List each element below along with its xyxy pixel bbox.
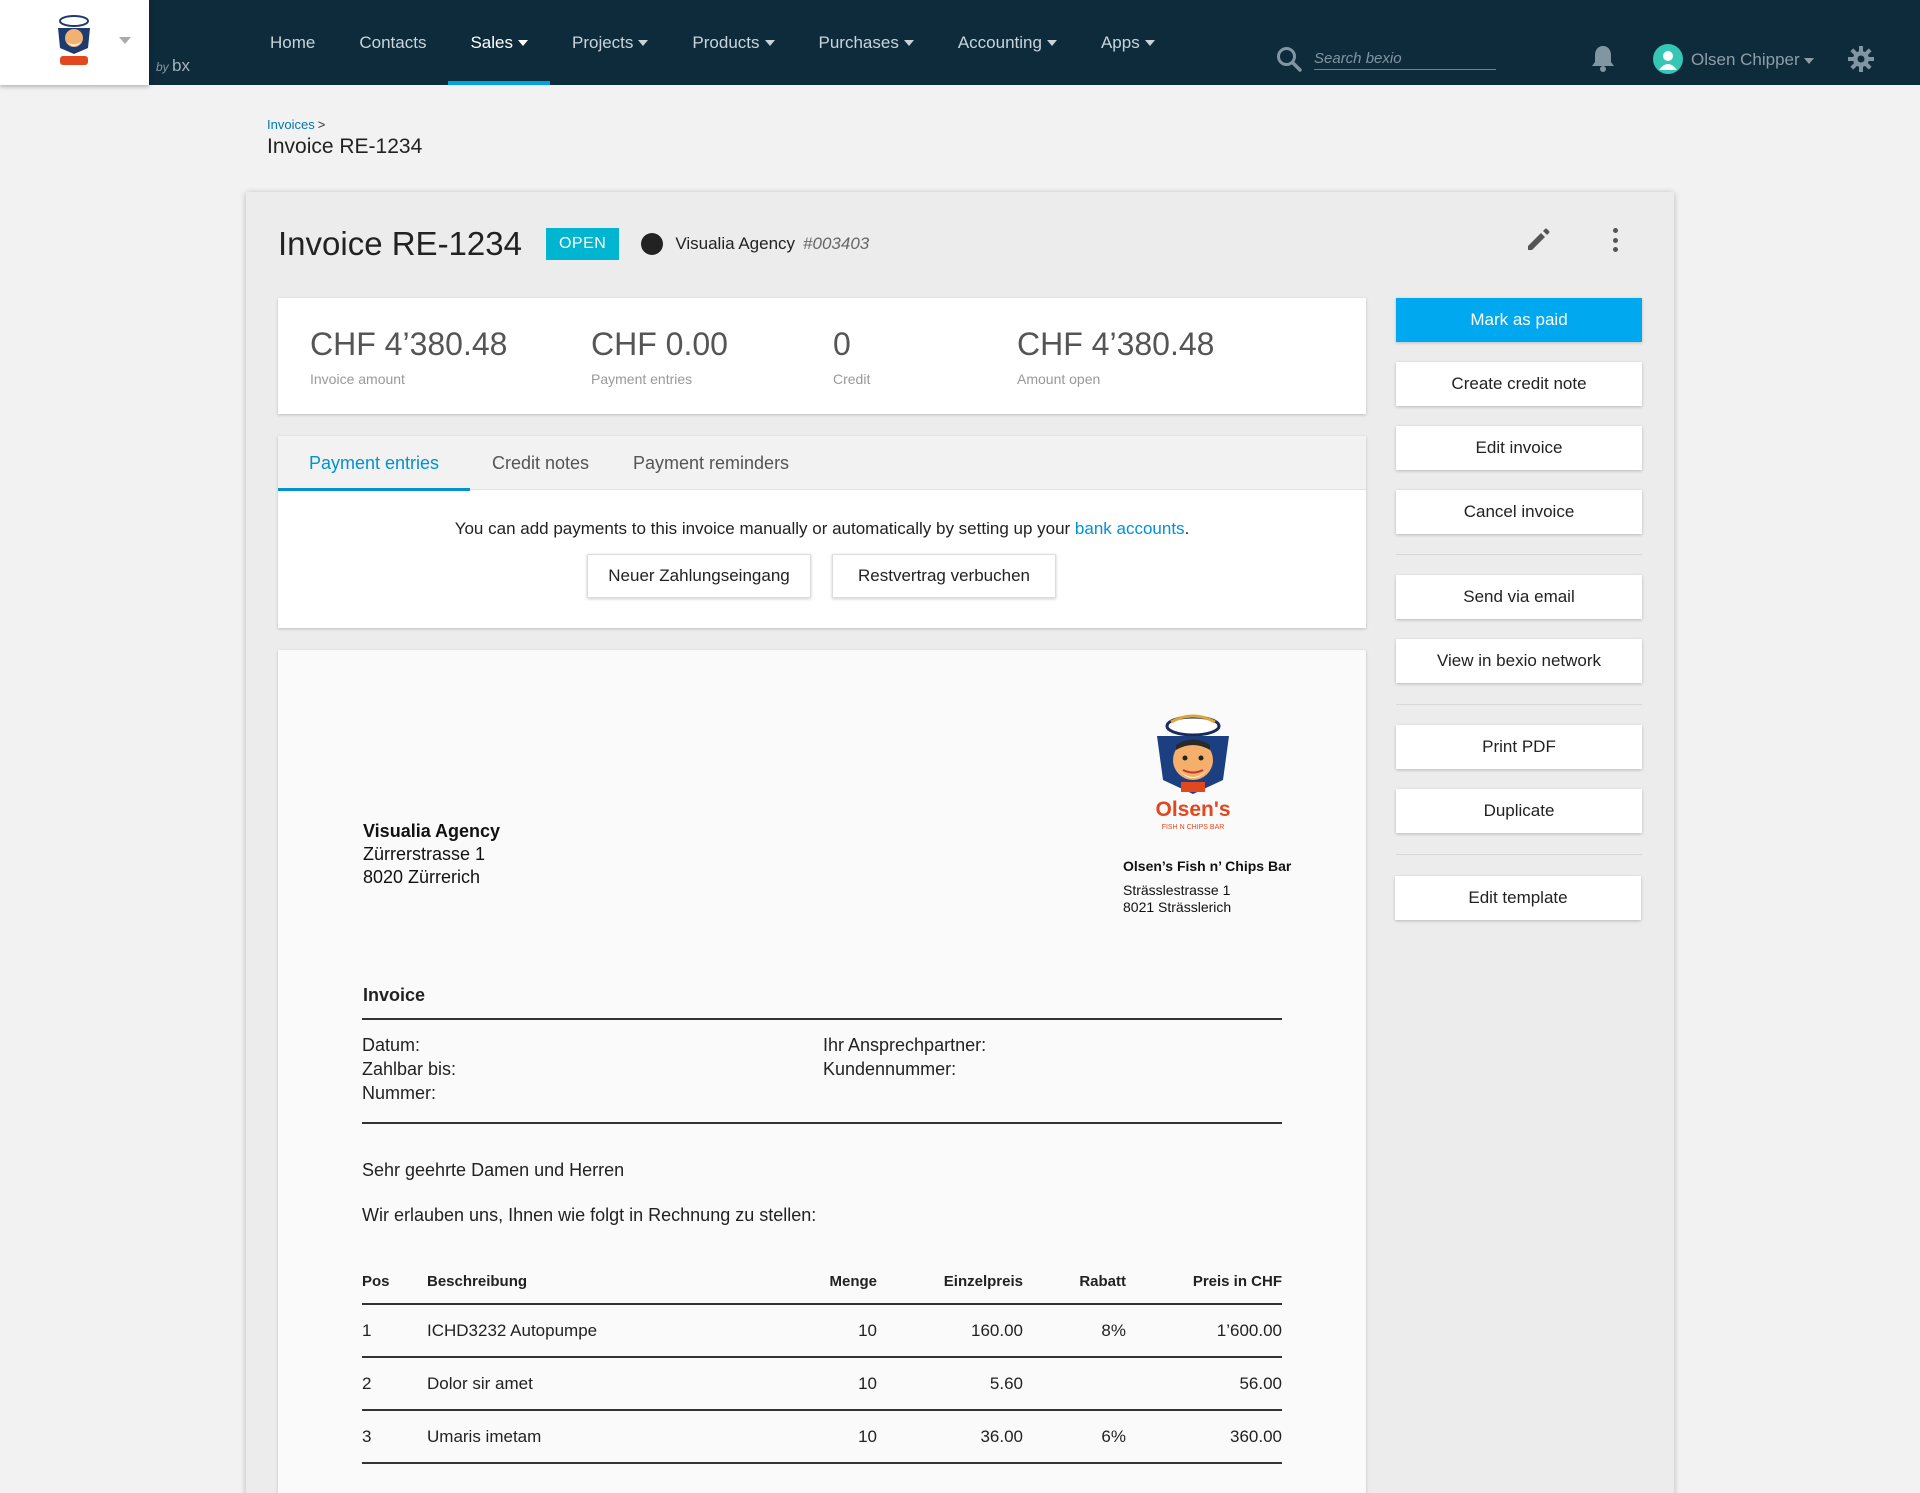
contact-number: #003403 [803, 234, 870, 253]
olsens-logo-image: Olsen's FISH N CHIPS BAR [1155, 714, 1231, 831]
invoice-header: Invoice RE-1234 OPEN Visualia Agency #00… [278, 224, 869, 264]
divider [362, 1122, 1282, 1124]
caret-down-icon [1144, 39, 1155, 46]
sender-address: Olsen’s Fish n’ Chips Bar Strässlestrass… [1123, 858, 1292, 915]
invoice-title: Invoice RE-1234 [278, 225, 522, 262]
amount-summary: CHF 4’380.48 Invoice amount CHF 0.00 Payme… [278, 298, 1366, 414]
main-nav: Home Contacts Sales Projects Products Pu… [248, 0, 1177, 85]
mark-as-paid-button[interactable]: Mark as paid [1396, 298, 1642, 342]
duplicate-button[interactable]: Duplicate [1396, 789, 1642, 833]
divider [1396, 854, 1642, 855]
edit-invoice-button[interactable]: Edit invoice [1396, 426, 1642, 470]
meta-left: Datum: Zahlbar bis: Nummer: [362, 1035, 457, 1103]
status-badge: OPEN [545, 228, 620, 260]
caret-down-icon [517, 39, 528, 46]
svg-text:Olsen's: Olsen's [1155, 798, 1230, 821]
caret-down-icon [764, 39, 775, 46]
print-pdf-button[interactable]: Print PDF [1396, 725, 1642, 769]
view-in-network-button[interactable]: View in bexio network [1396, 639, 1642, 683]
pencil-edit-icon[interactable] [1524, 226, 1552, 254]
meta-right: Ihr Ansprechpartner: Kundennummer: [823, 1035, 987, 1079]
summary-amount-open: CHF 4’380.48 Amount open [1017, 326, 1215, 387]
nav-purchases[interactable]: Purchases [797, 0, 936, 85]
company-switcher[interactable] [0, 0, 149, 85]
svg-text:FISH N CHIPS BAR: FISH N CHIPS BAR [1162, 824, 1225, 831]
search-input[interactable] [1314, 48, 1496, 70]
divider [1396, 554, 1642, 555]
tab-credit-notes[interactable]: Credit notes [492, 436, 589, 490]
table-row: 1 ICHD3232 Autopumpe 10 160.00 8% 1’600.… [362, 1304, 1282, 1358]
contact-name-link[interactable]: Visualia Agency [675, 234, 795, 254]
edit-template-button[interactable]: Edit template [1395, 876, 1641, 920]
breadcrumb-separator: > [317, 117, 326, 132]
nav-products[interactable]: Products [670, 0, 796, 85]
table-row: 2 Dolor sir amet 10 5.60 56.00 [362, 1357, 1282, 1411]
create-credit-note-button[interactable]: Create credit note [1396, 362, 1642, 406]
summary-credit: 0 Credit [833, 326, 871, 387]
tab-payment-entries[interactable]: Payment entries [278, 436, 470, 491]
nav-projects[interactable]: Projects [550, 0, 670, 85]
document-title: Invoice [363, 985, 426, 1005]
user-avatar[interactable] [1653, 44, 1683, 74]
nav-apps[interactable]: Apps [1079, 0, 1177, 85]
user-menu[interactable]: Olsen Chipper [1691, 50, 1814, 70]
greeting-text: Sehr geehrte Damen und Herren [362, 1160, 625, 1180]
divider [1396, 704, 1642, 705]
settings-gear-icon[interactable] [1848, 46, 1874, 72]
caret-down-icon [903, 39, 914, 46]
payments-panel: Payment entries Credit notes Payment rem… [278, 436, 1366, 628]
company-logo-icon [58, 15, 90, 65]
summary-payment-entries: CHF 0.00 Payment entries [591, 326, 728, 387]
caret-down-icon [1803, 57, 1814, 64]
user-icon [1659, 51, 1677, 70]
caret-down-icon [1046, 39, 1057, 46]
invoice-document-preview: Visualia Agency Zürrerstrasse 1 8020 Zür… [278, 650, 1366, 1493]
bexio-brand: by bx [156, 56, 190, 75]
new-payment-button[interactable]: Neuer Zahlungseingang [587, 554, 811, 598]
table-header-row: Pos Beschreibung Menge Einzelpreis Rabat… [362, 1260, 1282, 1305]
book-remaining-button[interactable]: Restvertrag verbuchen [832, 554, 1056, 598]
intro-text: Wir erlauben uns, Ihnen wie folgt in Rec… [362, 1205, 817, 1225]
top-navigation-bar: by bx Home Contacts Sales Projects Produ… [0, 0, 1920, 85]
page-title: Invoice RE-1234 [267, 135, 423, 158]
nav-sales[interactable]: Sales [448, 0, 550, 85]
notifications-bell-icon[interactable] [1590, 44, 1616, 72]
summary-invoice-amount: CHF 4’380.48 Invoice amount [310, 326, 508, 387]
tab-bar: Payment entries Credit notes Payment rem… [278, 436, 1366, 491]
nav-contacts[interactable]: Contacts [337, 0, 448, 85]
tab-payment-reminders[interactable]: Payment reminders [633, 436, 789, 490]
nav-home[interactable]: Home [248, 0, 337, 85]
divider [362, 1018, 1282, 1020]
chevron-down-icon [119, 37, 131, 44]
line-items-table: Pos Beschreibung Menge Einzelpreis Rabat… [362, 1260, 1282, 1464]
caret-down-icon [638, 39, 649, 46]
table-row: 3 Umaris imetam 10 36.00 6% 360.00 [362, 1410, 1282, 1464]
payments-info-text: You can add payments to this invoice man… [454, 519, 1190, 538]
breadcrumb-invoices-link[interactable]: Invoices [267, 117, 315, 132]
bank-accounts-link[interactable]: bank accounts [1075, 519, 1185, 538]
nav-accounting[interactable]: Accounting [936, 0, 1079, 85]
breadcrumb: Invoices > [267, 117, 325, 132]
send-via-email-button[interactable]: Send via email [1396, 575, 1642, 619]
search-icon[interactable] [1276, 46, 1302, 72]
cancel-invoice-button[interactable]: Cancel invoice [1396, 490, 1642, 534]
more-options-icon[interactable] [1610, 226, 1620, 254]
recipient-address: Visualia Agency Zürrerstrasse 1 8020 Zür… [363, 821, 501, 887]
contact-avatar [641, 233, 664, 255]
